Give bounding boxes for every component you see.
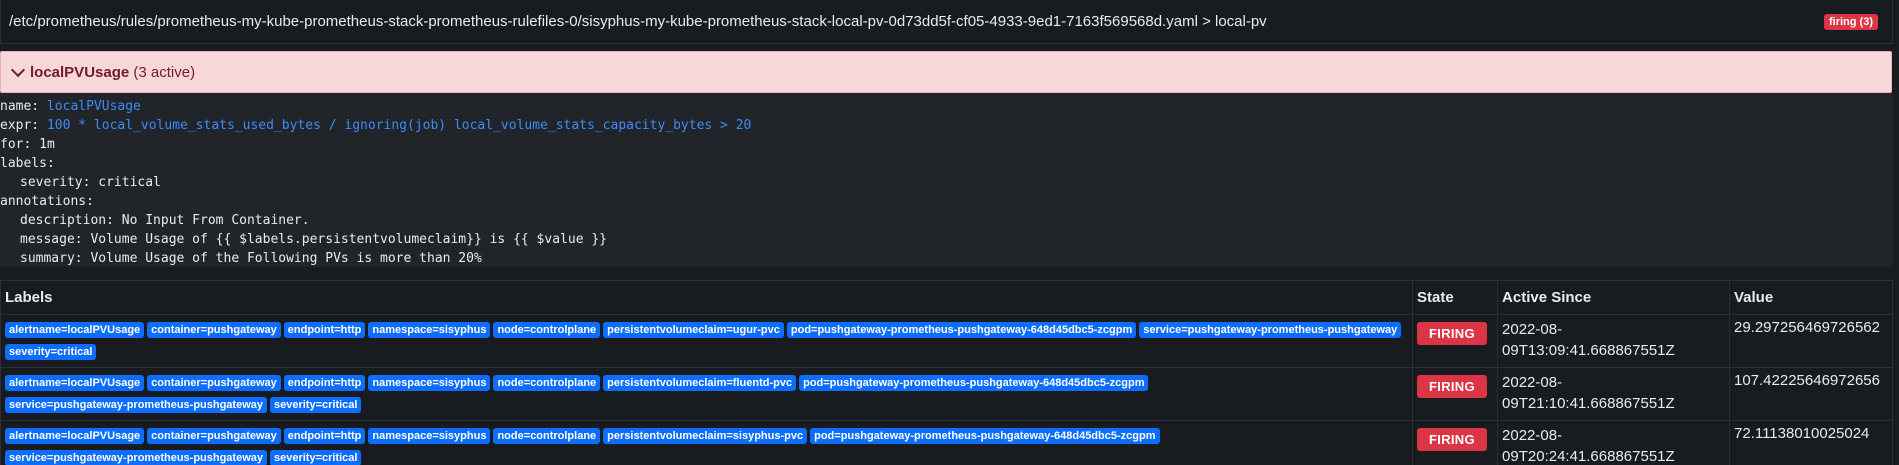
alerts-table-header: Labels State Active Since Value [0, 280, 1894, 315]
label-badge: pod=pushgateway-prometheus-pushgateway-6… [810, 428, 1160, 444]
label-badge: namespace=sisyphus [368, 428, 491, 444]
table-row: alertname=localPVUsage container=pushgate… [0, 314, 1894, 368]
alert-active-since-cell: 2022-08- 09T20:24:41.668867551Z [1497, 420, 1730, 465]
rule-name: localPVUsage [30, 63, 130, 81]
label-badge: container=pushgateway [147, 375, 281, 391]
alert-active-since-cell: 2022-08- 09T21:10:41.668867551Z [1497, 367, 1730, 421]
column-header-active-since: Active Since [1497, 280, 1730, 315]
rule-name-link[interactable]: localPVUsage [47, 99, 141, 114]
table-row: alertname=localPVUsage container=pushgate… [0, 420, 1894, 465]
label-badge: alertname=localPVUsage [5, 428, 145, 444]
rule-line-annotations: annotations: [0, 194, 94, 209]
label-badge: severity=critical [270, 397, 362, 413]
label-badge: service=pushgateway-prometheus-pushgatew… [1139, 322, 1402, 338]
alert-value-cell: 107.42225646972656 [1728, 367, 1894, 421]
rule-group-toggle[interactable]: localPVUsage (3 active) [0, 51, 1892, 93]
rule-line-severity: severity: critical [20, 175, 161, 190]
rule-file-path: /etc/prometheus/rules/prometheus-my-kube… [9, 13, 1267, 30]
label-badge: node=controlplane [493, 375, 601, 391]
column-header-value: Value [1728, 280, 1894, 315]
active-since-value: 2022-08- 09T20:24:41.668867551Z [1502, 427, 1675, 465]
firing-count-badge: firing (3) [1824, 13, 1878, 30]
rule-line-expr: expr: 100 * local_volume_stats_used_byte… [0, 118, 752, 133]
rule-line-message: message: Volume Usage of {{ $labels.pers… [20, 232, 607, 247]
rule-active-count: (3 active) [133, 63, 196, 81]
label-badge: persistentvolumeclaim=ugur-pvc [603, 322, 784, 338]
rule-definition: name: localPVUsage expr: 100 * local_vol… [0, 93, 1893, 267]
state-badge: FIRING [1417, 322, 1487, 345]
rule-line-description: description: No Input From Container. [20, 213, 310, 228]
label-badge: pod=pushgateway-prometheus-pushgateway-6… [799, 375, 1149, 391]
label-badge: endpoint=http [283, 375, 366, 391]
alert-value-cell: 72.11138010025024 [1728, 420, 1894, 465]
rule-expr-link[interactable]: 100 * local_volume_stats_used_bytes / ig… [47, 118, 751, 133]
rule-line-labels: labels: [0, 156, 55, 171]
alerts-table: Labels State Active Since Value alertnam… [0, 280, 1894, 465]
alert-labels-cell: alertname=localPVUsage container=pushgate… [0, 367, 1414, 421]
label-badge: endpoint=http [283, 428, 366, 444]
table-row: alertname=localPVUsage container=pushgate… [0, 367, 1894, 421]
rule-line-name: name: localPVUsage [0, 99, 141, 114]
active-since-value: 2022-08- 09T13:09:41.668867551Z [1502, 321, 1675, 359]
label-badge: pod=pushgateway-prometheus-pushgateway-6… [786, 322, 1137, 338]
alert-labels-cell: alertname=localPVUsage container=pushgate… [0, 420, 1414, 465]
label-badge: service=pushgateway-prometheus-pushgatew… [5, 450, 267, 465]
alert-state-cell: FIRING [1412, 314, 1499, 368]
label-badge: endpoint=http [283, 322, 366, 338]
label-badge: persistentvolumeclaim=sisyphus-pvc [603, 428, 808, 444]
label-badge: alertname=localPVUsage [5, 375, 145, 391]
label-badge: persistentvolumeclaim=fluentd-pvc [603, 375, 797, 391]
alert-state-cell: FIRING [1412, 367, 1499, 421]
active-since-value: 2022-08- 09T21:10:41.668867551Z [1502, 374, 1675, 412]
chevron-down-icon [10, 62, 26, 77]
rule-line-for: for: 1m [0, 137, 55, 152]
column-header-labels: Labels [0, 280, 1414, 315]
state-badge: FIRING [1417, 375, 1487, 398]
label-badge: namespace=sisyphus [368, 322, 491, 338]
label-badge: alertname=localPVUsage [5, 322, 145, 338]
column-header-state: State [1412, 280, 1499, 315]
label-badge: container=pushgateway [147, 428, 281, 444]
label-badge: namespace=sisyphus [368, 375, 491, 391]
alert-labels-cell: alertname=localPVUsage container=pushgate… [0, 314, 1414, 368]
label-badge: node=controlplane [493, 322, 601, 338]
rule-line-summary: summary: Volume Usage of the Following P… [20, 251, 482, 266]
label-badge: service=pushgateway-prometheus-pushgatew… [5, 397, 267, 413]
alert-state-cell: FIRING [1412, 420, 1499, 465]
label-badge: container=pushgateway [147, 322, 281, 338]
label-badge: severity=critical [5, 344, 97, 360]
label-badge: severity=critical [270, 450, 362, 465]
alert-value-cell: 29.297256469726562 [1728, 314, 1894, 368]
state-badge: FIRING [1417, 428, 1487, 451]
label-badge: node=controlplane [493, 428, 601, 444]
alert-active-since-cell: 2022-08- 09T13:09:41.668867551Z [1497, 314, 1730, 368]
rule-file-header: /etc/prometheus/rules/prometheus-my-kube… [0, 0, 1893, 44]
